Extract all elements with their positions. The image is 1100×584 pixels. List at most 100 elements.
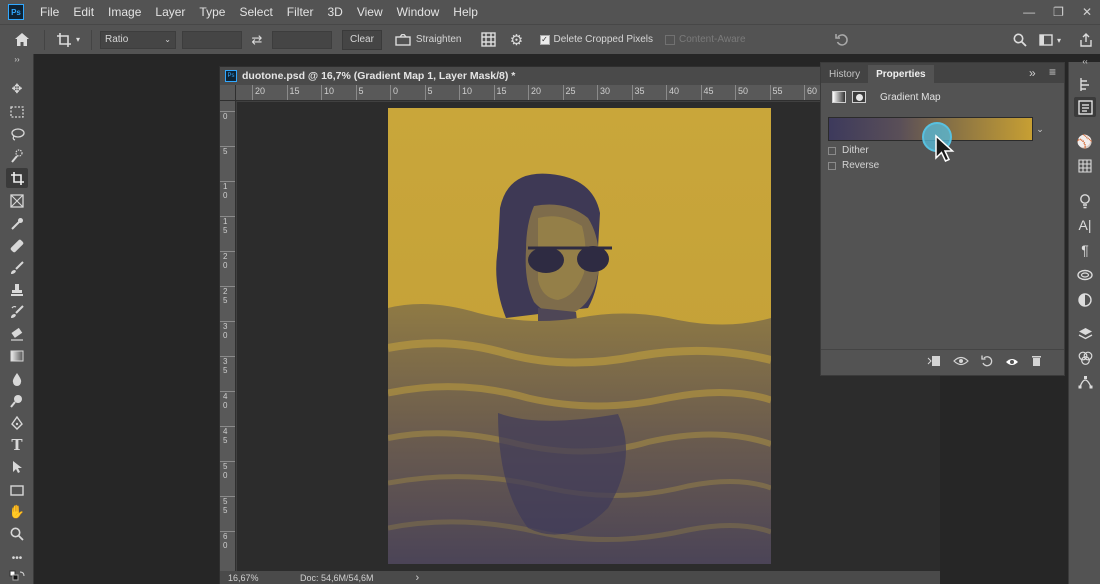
pen-tool-icon[interactable] bbox=[6, 413, 28, 433]
content-aware-label: Content-Aware bbox=[679, 34, 746, 45]
window-controls: — ❐ ✕ bbox=[1023, 0, 1092, 24]
reverse-option[interactable]: Reverse bbox=[828, 160, 879, 171]
content-aware-toggle[interactable]: Content-Aware bbox=[665, 34, 746, 45]
workspace-switcher-icon[interactable]: ▾ bbox=[1036, 30, 1064, 50]
ratio-select[interactable]: Ratio ⌄ bbox=[100, 30, 176, 49]
menu-image[interactable]: Image bbox=[101, 0, 148, 24]
crop-tool-icon[interactable] bbox=[6, 168, 28, 188]
menu-file[interactable]: File bbox=[33, 0, 66, 24]
paths-panel-icon[interactable] bbox=[1074, 372, 1096, 392]
menu-3d[interactable]: 3D bbox=[320, 0, 349, 24]
menu-type[interactable]: Type bbox=[192, 0, 232, 24]
frame-tool-icon[interactable] bbox=[6, 191, 28, 211]
adjustments-panel-icon[interactable] bbox=[1074, 290, 1096, 310]
dither-checkbox[interactable] bbox=[828, 146, 836, 155]
minimize-icon[interactable]: — bbox=[1023, 5, 1035, 19]
rectangle-tool-icon[interactable] bbox=[6, 480, 28, 500]
quick-selection-tool-icon[interactable] bbox=[6, 146, 28, 166]
swap-icon[interactable]: ⇄ bbox=[242, 32, 272, 48]
expand-panels-icon[interactable]: ‹‹ bbox=[1074, 56, 1096, 66]
channels-panel-icon[interactable] bbox=[1074, 348, 1096, 368]
clip-to-layer-icon[interactable] bbox=[927, 355, 941, 370]
collapse-panel-icon[interactable]: » bbox=[1029, 66, 1036, 80]
menu-help[interactable]: Help bbox=[446, 0, 485, 24]
status-bar: 16,67% Doc: 54,6M/54,6M › bbox=[220, 571, 940, 584]
eyedropper-tool-icon[interactable] bbox=[6, 214, 28, 234]
type-tool-icon[interactable]: T bbox=[6, 435, 28, 455]
menu-filter[interactable]: Filter bbox=[280, 0, 321, 24]
libraries-panel-icon[interactable] bbox=[1074, 265, 1096, 285]
menu-view[interactable]: View bbox=[350, 0, 390, 24]
vertical-ruler[interactable]: 0 5 10 15 20 25 30 35 40 45 50 55 60 bbox=[220, 101, 236, 571]
status-menu-arrow-icon[interactable]: › bbox=[416, 572, 420, 584]
zoom-tool-icon[interactable] bbox=[6, 524, 28, 544]
panel-menu-icon[interactable]: ≡ bbox=[1049, 65, 1056, 79]
document-title: duotone.psd @ 16,7% (Gradient Map 1, Lay… bbox=[242, 70, 516, 82]
image-canvas[interactable] bbox=[388, 108, 771, 564]
ruler-origin[interactable] bbox=[220, 85, 236, 101]
collapse-toolbar-icon[interactable]: ›› bbox=[6, 54, 28, 64]
width-field[interactable] bbox=[182, 30, 242, 49]
3d-panel-icon[interactable]: ⚾ bbox=[1074, 132, 1096, 152]
gear-icon[interactable]: ⚙ bbox=[504, 31, 530, 49]
menu-select[interactable]: Select bbox=[232, 0, 279, 24]
reverse-checkbox[interactable] bbox=[828, 161, 836, 170]
lasso-tool-icon[interactable] bbox=[6, 124, 28, 144]
marquee-tool-icon[interactable] bbox=[6, 102, 28, 122]
layer-mask-icon[interactable] bbox=[852, 91, 866, 103]
straighten-icon[interactable] bbox=[390, 33, 416, 46]
blur-tool-icon[interactable] bbox=[6, 369, 28, 389]
hand-tool-icon[interactable]: ✋ bbox=[6, 502, 28, 522]
dither-option[interactable]: Dither bbox=[828, 145, 869, 156]
ruler-v-tick: 60 bbox=[220, 531, 235, 550]
tab-properties[interactable]: Properties bbox=[868, 65, 934, 83]
height-field[interactable] bbox=[272, 30, 332, 49]
reset-crop-icon[interactable] bbox=[832, 30, 852, 50]
view-previous-state-icon[interactable] bbox=[953, 355, 969, 370]
home-icon[interactable] bbox=[6, 32, 38, 47]
toggle-visibility-icon[interactable] bbox=[1005, 356, 1019, 370]
path-selection-tool-icon[interactable] bbox=[6, 457, 28, 477]
ruler-v-tick: 50 bbox=[220, 461, 235, 480]
clear-button[interactable]: Clear bbox=[342, 29, 382, 50]
share-icon[interactable] bbox=[1076, 30, 1096, 50]
delete-adjustment-icon[interactable] bbox=[1031, 355, 1042, 370]
duotone-portrait-image bbox=[388, 108, 771, 564]
reset-adjustment-icon[interactable] bbox=[981, 355, 993, 370]
learn-panel-icon[interactable] bbox=[1074, 191, 1096, 211]
layers-panel-icon[interactable] bbox=[1074, 324, 1096, 344]
history-panel-icon[interactable] bbox=[1074, 74, 1096, 94]
swatches-panel-icon[interactable] bbox=[1074, 156, 1096, 176]
more-tools-icon[interactable]: ••• bbox=[6, 548, 28, 568]
menu-layer[interactable]: Layer bbox=[148, 0, 192, 24]
default-colors-icon[interactable] bbox=[6, 568, 28, 584]
history-brush-tool-icon[interactable] bbox=[6, 302, 28, 322]
healing-brush-tool-icon[interactable] bbox=[6, 236, 28, 256]
dodge-tool-icon[interactable] bbox=[6, 391, 28, 411]
gradient-map-adjustment-icon[interactable] bbox=[832, 91, 846, 103]
paragraph-panel-icon[interactable]: ¶ bbox=[1074, 240, 1096, 260]
gradient-tool-icon[interactable] bbox=[6, 346, 28, 366]
restore-icon[interactable]: ❐ bbox=[1053, 5, 1064, 19]
delete-cropped-pixels-toggle[interactable]: ✓ Delete Cropped Pixels bbox=[539, 34, 653, 45]
tab-history[interactable]: History bbox=[821, 65, 868, 83]
character-panel-icon[interactable]: A| bbox=[1074, 215, 1096, 235]
content-aware-checkbox[interactable] bbox=[665, 34, 675, 45]
zoom-level[interactable]: 16,67% bbox=[228, 573, 298, 583]
delete-cropped-checkbox[interactable]: ✓ bbox=[539, 34, 550, 45]
crop-tool-preset-icon[interactable]: ▾ bbox=[51, 32, 85, 48]
search-icon[interactable] bbox=[1010, 30, 1030, 50]
properties-footer bbox=[821, 349, 1064, 375]
straighten-label[interactable]: Straighten bbox=[416, 34, 462, 45]
menu-edit[interactable]: Edit bbox=[66, 0, 101, 24]
menu-window[interactable]: Window bbox=[390, 0, 447, 24]
move-tool-icon[interactable]: ✥ bbox=[6, 79, 28, 99]
clone-stamp-tool-icon[interactable] bbox=[6, 280, 28, 300]
properties-panel-icon[interactable] bbox=[1074, 97, 1096, 117]
grid-overlay-icon[interactable] bbox=[474, 32, 504, 47]
brush-tool-icon[interactable] bbox=[6, 258, 28, 278]
eraser-tool-icon[interactable] bbox=[6, 324, 28, 344]
close-icon[interactable]: ✕ bbox=[1082, 5, 1092, 19]
ruler-h-tick: 20 bbox=[528, 85, 541, 100]
gradient-picker-dropdown-icon[interactable]: ⌄ bbox=[1034, 117, 1046, 141]
